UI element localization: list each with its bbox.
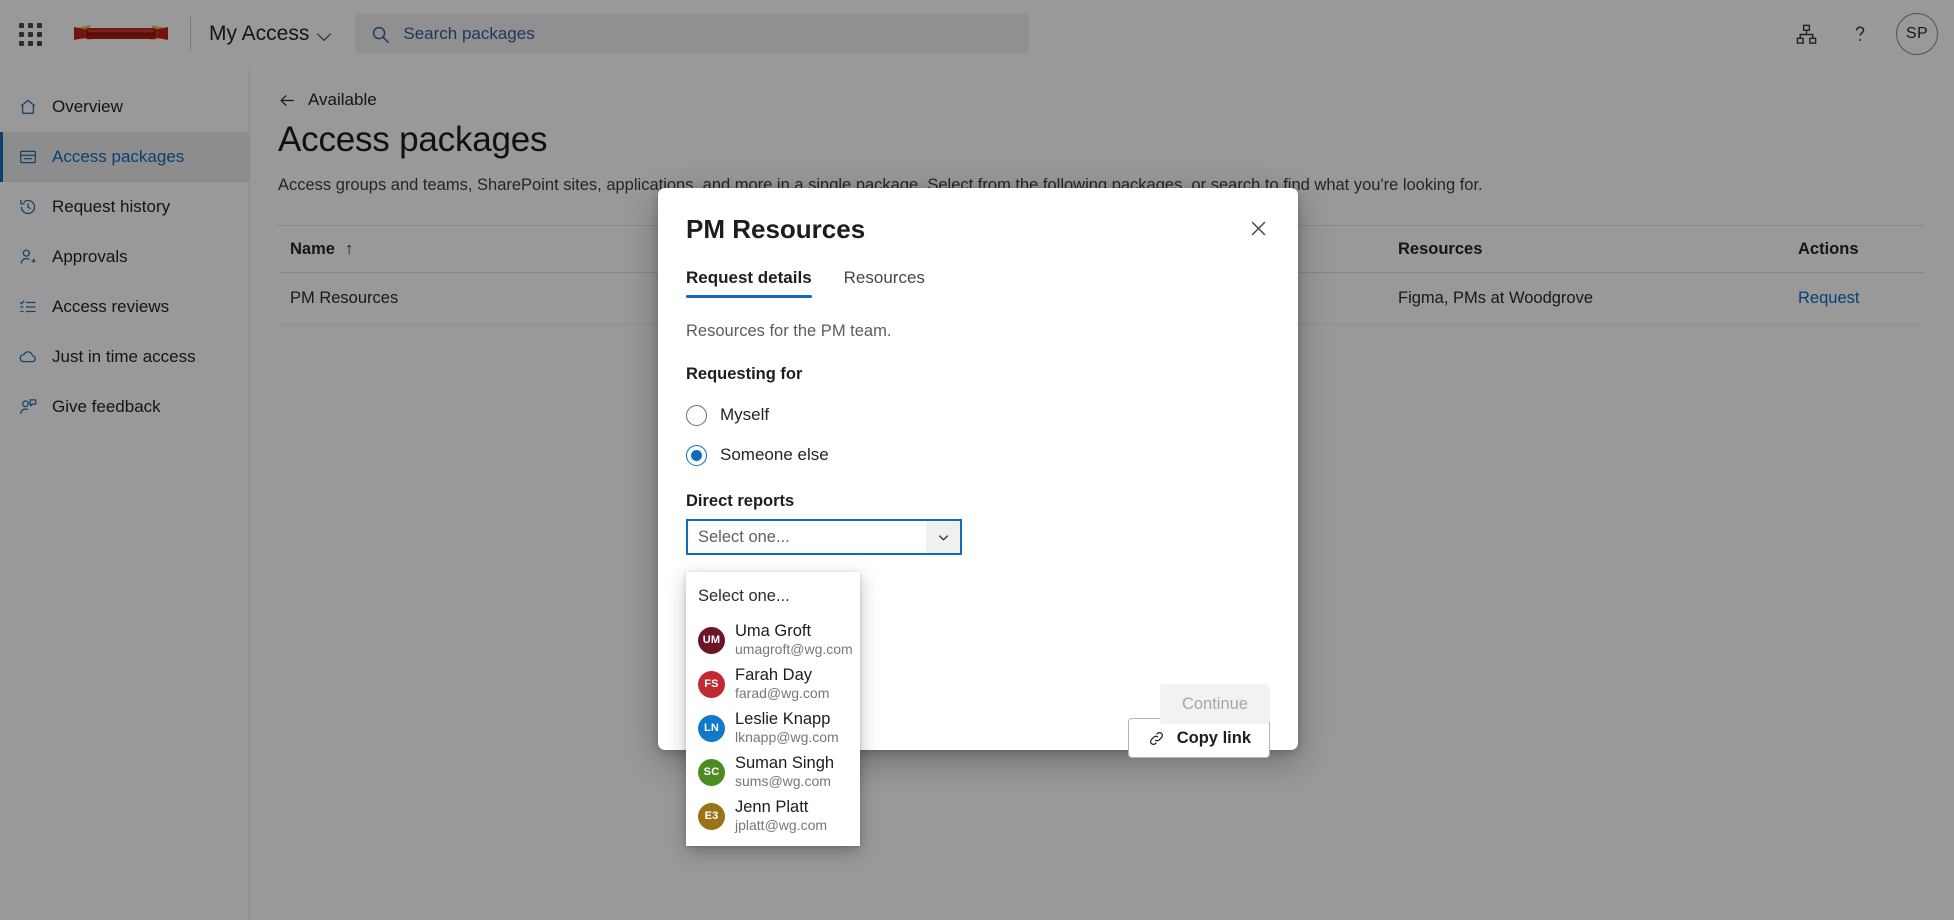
requesting-for-label: Requesting for bbox=[686, 365, 1270, 384]
person-email: umagroft@wg.com bbox=[735, 641, 853, 658]
radio-button-selected bbox=[686, 445, 707, 466]
copy-link-button[interactable]: Copy link bbox=[1128, 718, 1270, 758]
dropdown-option-person[interactable]: FS Farah Day farad@wg.com bbox=[686, 662, 860, 706]
person-name: Jenn Platt bbox=[735, 798, 827, 817]
person-name: Suman Singh bbox=[735, 754, 834, 773]
dialog-tabs: Request details Resources bbox=[658, 246, 1298, 298]
person-avatar-initials: UM bbox=[703, 634, 721, 646]
person-avatar-initials: SC bbox=[704, 766, 720, 778]
person-info: Uma Groft umagroft@wg.com bbox=[735, 622, 853, 658]
person-info: Farah Day farad@wg.com bbox=[735, 666, 829, 702]
dialog-header: PM Resources bbox=[658, 188, 1298, 246]
direct-reports-combobox[interactable]: Select one... bbox=[686, 519, 962, 555]
person-name: Leslie Knapp bbox=[735, 710, 839, 729]
person-avatar-initials: E3 bbox=[705, 810, 719, 822]
person-avatar: LN bbox=[698, 715, 725, 742]
person-email: farad@wg.com bbox=[735, 685, 829, 702]
person-name: Uma Groft bbox=[735, 622, 853, 641]
dropdown-option-person[interactable]: E3 Jenn Platt jplatt@wg.com bbox=[686, 794, 860, 838]
person-avatar: UM bbox=[698, 627, 725, 654]
person-avatar: SC bbox=[698, 759, 725, 786]
request-dialog: PM Resources Request details Resources R… bbox=[658, 188, 1298, 750]
dropdown-option-person[interactable]: SC Suman Singh sums@wg.com bbox=[686, 750, 860, 794]
radio-label: Myself bbox=[720, 405, 769, 425]
dropdown-option-person[interactable]: UM Uma Groft umagroft@wg.com bbox=[686, 618, 860, 662]
dropdown-option-placeholder[interactable]: Select one... bbox=[686, 578, 860, 618]
dropdown-option-person[interactable]: LN Leslie Knapp lknapp@wg.com bbox=[686, 706, 860, 750]
radio-option-someone-else[interactable]: Someone else bbox=[686, 438, 1270, 472]
person-avatar: E3 bbox=[698, 803, 725, 830]
person-info: Suman Singh sums@wg.com bbox=[735, 754, 834, 790]
person-email: sums@wg.com bbox=[735, 773, 834, 790]
person-email: lknapp@wg.com bbox=[735, 729, 839, 746]
radio-option-myself[interactable]: Myself bbox=[686, 398, 1270, 432]
combobox-value: Select one... bbox=[688, 528, 926, 547]
dialog-description: Resources for the PM team. bbox=[686, 322, 1270, 341]
link-icon bbox=[1147, 729, 1166, 748]
continue-button[interactable]: Continue bbox=[1160, 684, 1270, 724]
close-icon[interactable] bbox=[1240, 210, 1276, 246]
dialog-title: PM Resources bbox=[686, 214, 1240, 245]
person-avatar-initials: LN bbox=[704, 722, 719, 734]
person-avatar: FS bbox=[698, 671, 725, 698]
person-info: Leslie Knapp lknapp@wg.com bbox=[735, 710, 839, 746]
tab-request-details[interactable]: Request details bbox=[686, 268, 812, 298]
tab-resources[interactable]: Resources bbox=[844, 268, 925, 298]
radio-label: Someone else bbox=[720, 445, 829, 465]
direct-reports-dropdown: Select one... UM Uma Groft umagroft@wg.c… bbox=[686, 572, 860, 846]
person-avatar-initials: FS bbox=[704, 678, 718, 690]
person-name: Farah Day bbox=[735, 666, 829, 685]
app-root: My Access Search packages bbox=[0, 0, 1954, 920]
dialog-body: Resources for the PM team. Requesting fo… bbox=[658, 298, 1298, 555]
dialog-footer: Continue bbox=[1160, 684, 1270, 724]
radio-button bbox=[686, 405, 707, 426]
direct-reports-label: Direct reports bbox=[686, 492, 1270, 511]
chevron-down-icon[interactable] bbox=[926, 521, 960, 553]
copy-link-label: Copy link bbox=[1177, 729, 1251, 748]
person-info: Jenn Platt jplatt@wg.com bbox=[735, 798, 827, 834]
person-email: jplatt@wg.com bbox=[735, 817, 827, 834]
